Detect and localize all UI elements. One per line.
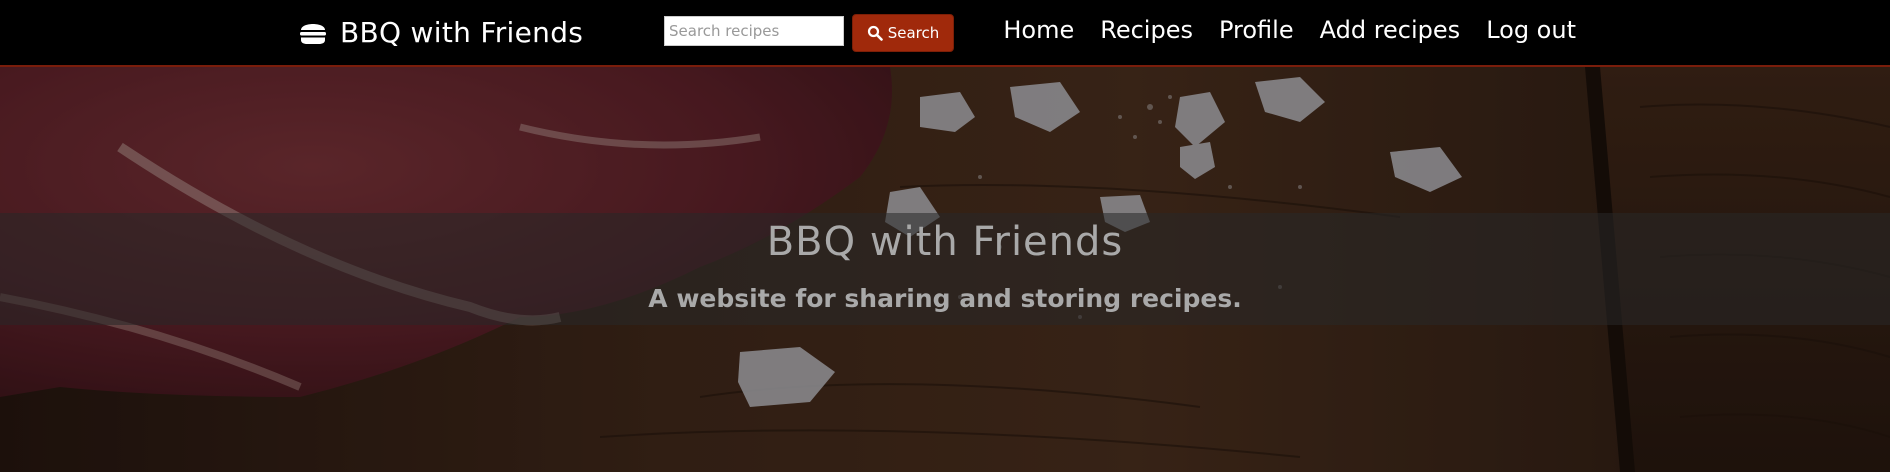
nav-links: Home Recipes Profile Add recipes Log out [1003,12,1576,48]
search-button-label: Search [887,24,940,42]
nav-link-profile[interactable]: Profile [1219,16,1294,44]
navbar: BBQ with Friends Search Home Recipes Pro… [0,0,1890,67]
brand-title: BBQ with Friends [340,15,584,49]
search-input[interactable] [664,16,844,46]
hero-title: BBQ with Friends [766,219,1124,265]
hero-subtitle: A website for sharing and storing recipe… [648,284,1242,313]
nav-link-log-out[interactable]: Log out [1486,16,1576,44]
nav-link-home[interactable]: Home [1003,16,1074,44]
brand-link[interactable]: BBQ with Friends [298,12,583,52]
hamburger-icon [298,17,328,47]
hero-section: BBQ with Friends A website for sharing a… [0,67,1890,472]
nav-link-add-recipes[interactable]: Add recipes [1320,16,1461,44]
search-button[interactable]: Search [852,14,954,52]
nav-link-recipes[interactable]: Recipes [1100,16,1193,44]
search-icon [867,25,888,41]
